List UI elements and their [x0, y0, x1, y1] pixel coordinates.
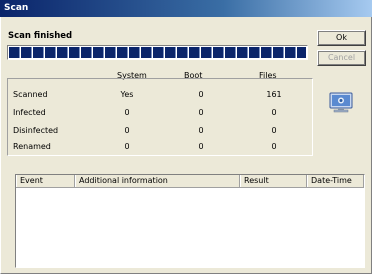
disinfected-files: 0 — [271, 126, 277, 135]
infected-boot: 0 — [198, 108, 204, 117]
window-title: Scan — [4, 3, 29, 13]
results-list[interactable]: Event Additional information Result Date… — [15, 174, 365, 268]
renamed-boot: 0 — [198, 142, 204, 151]
scanned-files: 161 — [266, 90, 282, 99]
monitor-icon — [328, 92, 354, 114]
column-header-result[interactable]: Result — [240, 175, 307, 187]
scan-status: Scan finished — [8, 31, 73, 41]
infected-system: 0 — [124, 108, 130, 117]
row-label-infected: Infected — [13, 108, 46, 117]
scanned-system: Yes — [120, 90, 134, 99]
renamed-system: 0 — [124, 142, 130, 151]
renamed-files: 0 — [271, 142, 277, 151]
disinfected-boot: 0 — [198, 126, 204, 135]
progress-fill — [9, 47, 306, 58]
row-label-renamed: Renamed — [13, 142, 51, 151]
cancel-button[interactable]: Cancel — [317, 50, 366, 66]
column-header-event[interactable]: Event — [16, 175, 75, 187]
ok-button[interactable]: Ok — [317, 30, 366, 46]
disinfected-system: 0 — [124, 126, 130, 135]
results-list-header: Event Additional information Result Date… — [16, 175, 364, 188]
column-header-additional-info[interactable]: Additional information — [75, 175, 240, 187]
scan-progress-bar — [7, 45, 308, 60]
scanned-boot: 0 — [198, 90, 204, 99]
infected-files: 0 — [271, 108, 277, 117]
row-label-scanned: Scanned — [13, 90, 48, 99]
row-label-disinfected: Disinfected — [13, 126, 59, 135]
window-title-bar[interactable]: Scan — [0, 0, 372, 17]
column-header-date-time[interactable]: Date-Time — [307, 175, 364, 187]
